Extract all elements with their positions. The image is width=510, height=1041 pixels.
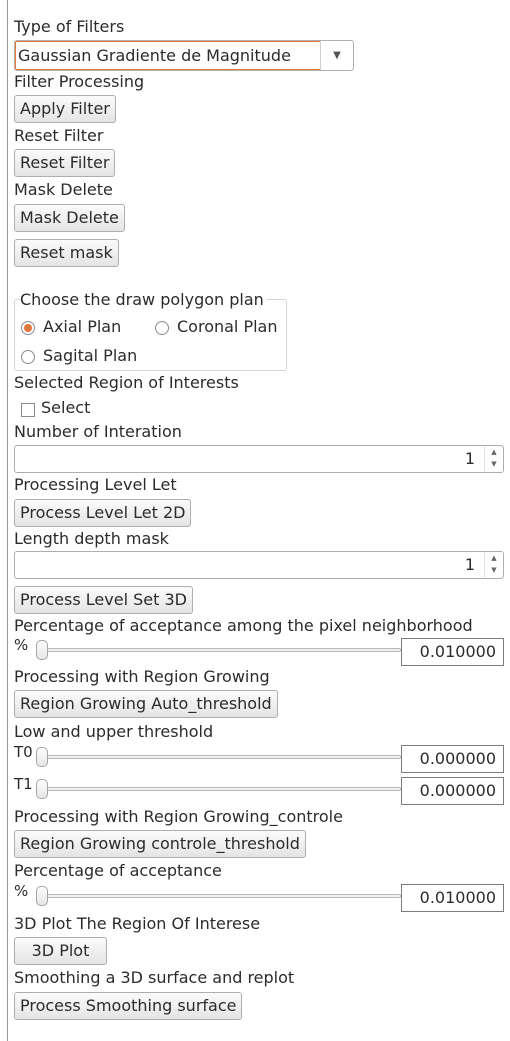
neighborhood-prefix: % — [14, 636, 29, 654]
depth-mask-value[interactable]: 1 — [465, 552, 475, 578]
reset-filter-button[interactable]: Reset Filter — [14, 149, 116, 177]
region-growing-auto-threshold-button[interactable]: Region Growing Auto_threshold — [14, 690, 278, 718]
acceptance-label: Percentage of acceptance — [14, 861, 222, 880]
region-growing-control-threshold-button[interactable]: Region Growing controle_threshold — [14, 830, 306, 858]
plot3d-label: 3D Plot The Region Of Interese — [14, 914, 261, 933]
iterations-spinbox[interactable]: 1 ▲ ▼ — [14, 445, 504, 473]
level-let-label: Processing Level Let — [14, 475, 177, 494]
iterations-label: Number of Interation — [14, 422, 182, 441]
3d-plot-button[interactable]: 3D Plot — [14, 937, 107, 965]
neighborhood-slider-handle[interactable] — [36, 640, 48, 660]
polygon-plan-group: Choose the draw polygon plan Axial Plan … — [14, 289, 287, 371]
t0-slider-handle[interactable] — [36, 747, 48, 767]
t1-slider-track[interactable] — [36, 787, 401, 791]
filter-type-label: Type of Filters — [14, 17, 125, 36]
filter-processing-label: Filter Processing — [14, 72, 145, 91]
t0-value-field[interactable]: 0.000000 — [401, 745, 504, 773]
axial-plan-radio[interactable] — [21, 321, 35, 335]
filter-type-combobox[interactable]: Gaussian Gradiente de Magnitude ▼ — [14, 40, 354, 71]
chevron-down-icon[interactable]: ▼ — [320, 41, 353, 70]
spin-arrows-icon[interactable]: ▲ ▼ — [484, 552, 503, 578]
acceptance-prefix: % — [14, 882, 29, 900]
acceptance-slider-handle[interactable] — [36, 886, 48, 906]
apply-filter-button[interactable]: Apply Filter — [14, 95, 116, 123]
sagital-plan-label[interactable]: Sagital Plan — [43, 345, 137, 367]
depth-mask-spinbox[interactable]: 1 ▲ ▼ — [14, 551, 504, 579]
neighborhood-label: Percentage of acceptance among the pixel… — [14, 616, 473, 635]
coronal-plan-label[interactable]: Coronal Plan — [177, 316, 278, 338]
process-smoothing-surface-button[interactable]: Process Smoothing surface — [14, 992, 243, 1020]
iterations-value[interactable]: 1 — [465, 446, 475, 472]
mask-delete-label: Mask Delete — [14, 180, 113, 199]
t0-slider-track[interactable] — [36, 755, 401, 759]
region-growing-control-label: Processing with Region Growing_controle — [14, 807, 343, 826]
smoothing-label: Smoothing a 3D surface and replot — [14, 968, 295, 987]
spin-arrows-icon[interactable]: ▲ ▼ — [484, 446, 503, 472]
sagital-plan-radio[interactable] — [21, 350, 35, 364]
select-checkbox-label[interactable]: Select — [41, 398, 90, 418]
t1-prefix: T1 — [14, 775, 33, 793]
t1-slider-handle[interactable] — [36, 779, 48, 799]
mask-delete-button[interactable]: Mask Delete — [14, 204, 125, 232]
process-level-let-2d-button[interactable]: Process Level Let 2D — [14, 499, 192, 527]
region-growing-label: Processing with Region Growing — [14, 667, 270, 686]
neighborhood-value-field[interactable]: 0.010000 — [401, 638, 504, 666]
process-level-set-3d-button[interactable]: Process Level Set 3D — [14, 586, 193, 614]
reset-filter-label: Reset Filter — [14, 126, 104, 145]
acceptance-slider-track[interactable] — [36, 894, 401, 898]
t1-value-field[interactable]: 0.000000 — [401, 777, 504, 805]
acceptance-value-field[interactable]: 0.010000 — [401, 884, 504, 912]
filter-control-panel: Type of Filters Gaussian Gradiente de Ma… — [7, 0, 508, 1041]
polygon-plan-title: Choose the draw polygon plan — [20, 289, 266, 311]
axial-plan-label[interactable]: Axial Plan — [43, 316, 121, 338]
roi-label: Selected Region of Interests — [14, 373, 239, 392]
neighborhood-slider-track[interactable] — [36, 648, 401, 652]
depth-mask-label: Length depth mask — [14, 529, 169, 548]
t0-prefix: T0 — [14, 743, 33, 761]
thresholds-label: Low and upper threshold — [14, 722, 214, 741]
filter-type-value[interactable]: Gaussian Gradiente de Magnitude — [15, 41, 321, 70]
reset-mask-button[interactable]: Reset mask — [14, 239, 119, 267]
select-checkbox[interactable] — [21, 403, 35, 417]
coronal-plan-radio[interactable] — [155, 321, 169, 335]
